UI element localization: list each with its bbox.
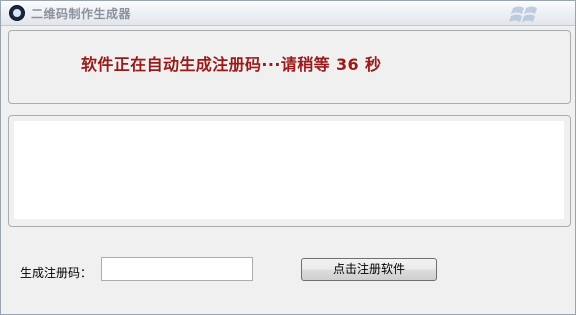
output-panel <box>8 115 571 227</box>
status-panel: 软件正在自动生成注册码···请稍等 36 秒 <box>8 30 571 104</box>
app-window: 二维码制作生成器 软件正在自动生成注册码···请稍等 36 秒 生成注册码： 点… <box>0 0 576 315</box>
windows-logo-icon <box>509 6 537 22</box>
registration-code-input[interactable] <box>101 257 253 281</box>
app-logo-icon <box>9 5 25 21</box>
window-title: 二维码制作生成器 <box>31 7 132 21</box>
registration-code-label: 生成注册码： <box>20 266 93 280</box>
register-software-button[interactable]: 点击注册软件 <box>301 258 437 281</box>
countdown-message: 软件正在自动生成注册码···请稍等 36 秒 <box>81 55 382 74</box>
title-bar[interactable]: 二维码制作生成器 <box>1 1 575 26</box>
output-area[interactable] <box>14 121 564 219</box>
